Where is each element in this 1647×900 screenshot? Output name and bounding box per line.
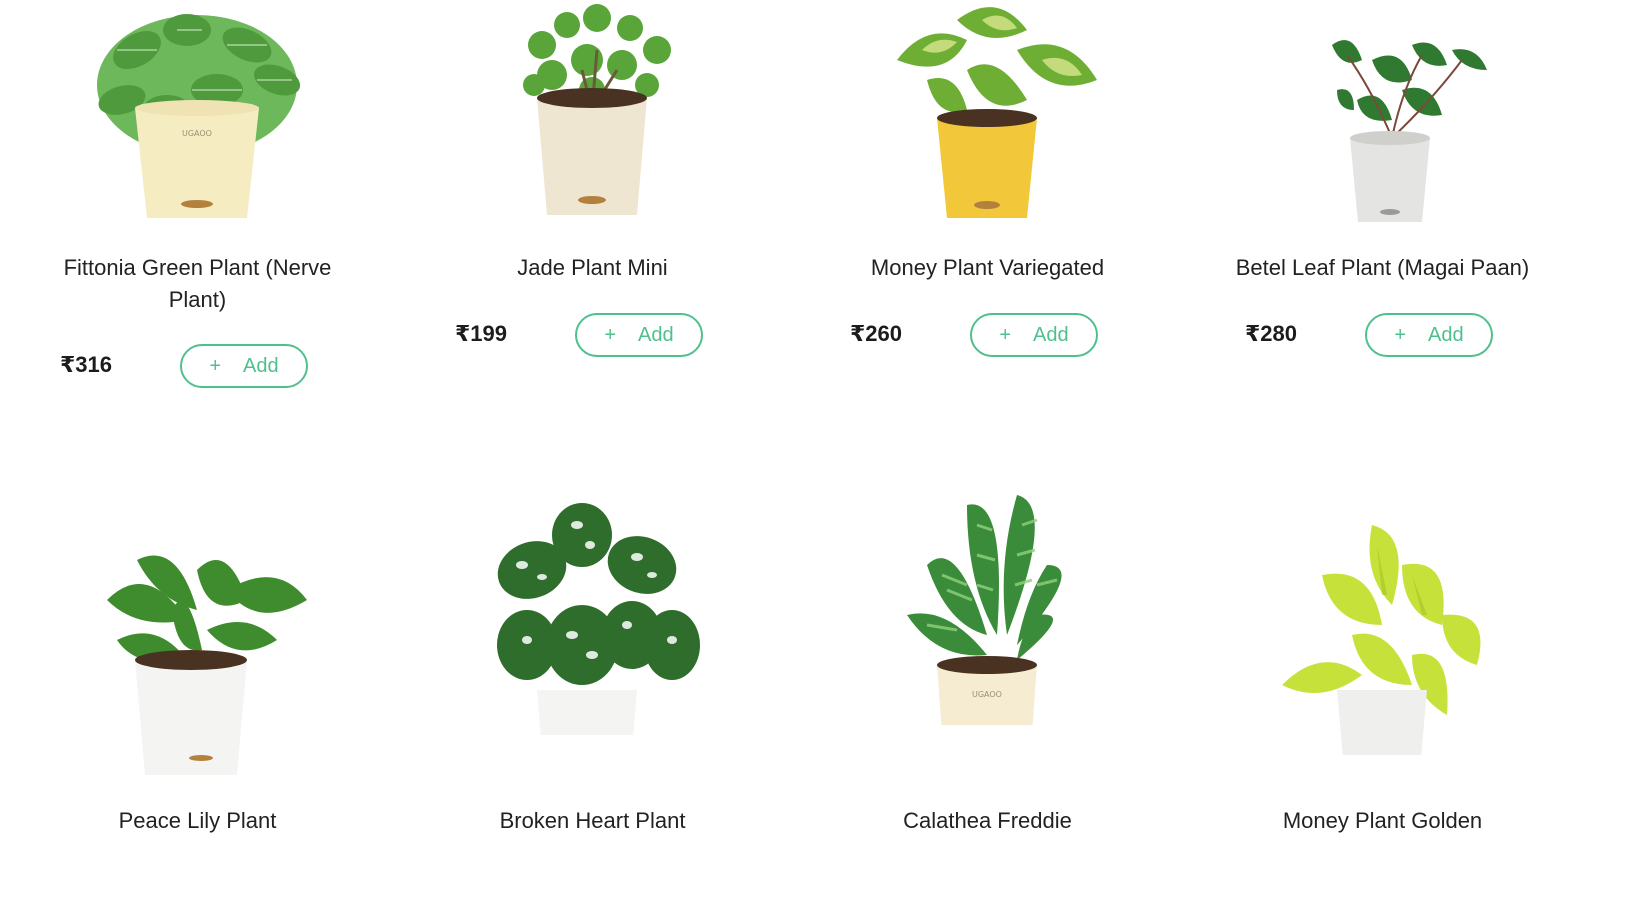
add-to-cart-button[interactable]: + Add [180,344,308,388]
money-plant-golden-image[interactable] [1262,515,1502,755]
product-grid: UGAOO Fittonia Green Plant (Nerve Plant)… [0,0,1647,900]
fittonia-plant-image[interactable]: UGAOO [77,0,317,230]
product-name[interactable]: Money Plant Golden [1225,805,1540,837]
plus-icon: + [209,355,222,377]
plus-icon: + [999,324,1012,346]
jade-plant-image[interactable] [472,0,712,230]
product-name[interactable]: Jade Plant Mini [435,252,750,284]
add-button-label: Add [1428,324,1464,346]
pot-brand-logo: UGAOO [972,690,1002,699]
add-to-cart-button[interactable]: + Add [970,313,1098,357]
calathea-freddie-plant-image[interactable]: UGAOO [867,485,1107,725]
product-name[interactable]: Peace Lily Plant [40,805,355,837]
product-name[interactable]: Broken Heart Plant [435,805,750,837]
add-to-cart-button[interactable]: + Add [575,313,703,357]
product-name[interactable]: Calathea Freddie [830,805,1145,837]
pot-brand-logo: UGAOO [182,129,212,138]
product-price: ₹316 [60,352,113,377]
add-to-cart-button[interactable]: + Add [1365,313,1493,357]
betel-leaf-plant-image[interactable] [1262,0,1502,230]
plus-icon: + [1394,324,1407,346]
add-button-label: Add [638,324,674,346]
broken-heart-plant-image[interactable] [472,495,712,735]
add-button-label: Add [1033,324,1069,346]
product-name[interactable]: Money Plant Variegated [830,252,1145,284]
product-price: ₹199 [455,321,508,346]
add-button-label: Add [243,355,279,377]
product-name[interactable]: Fittonia Green Plant (Nerve Plant) [40,252,355,316]
product-price: ₹260 [850,321,903,346]
money-plant-variegated-image[interactable] [867,0,1107,230]
plus-icon: + [604,324,617,346]
product-price: ₹280 [1245,321,1298,346]
peace-lily-plant-image[interactable] [77,540,317,780]
product-name[interactable]: Betel Leaf Plant (Magai Paan) [1225,252,1540,284]
